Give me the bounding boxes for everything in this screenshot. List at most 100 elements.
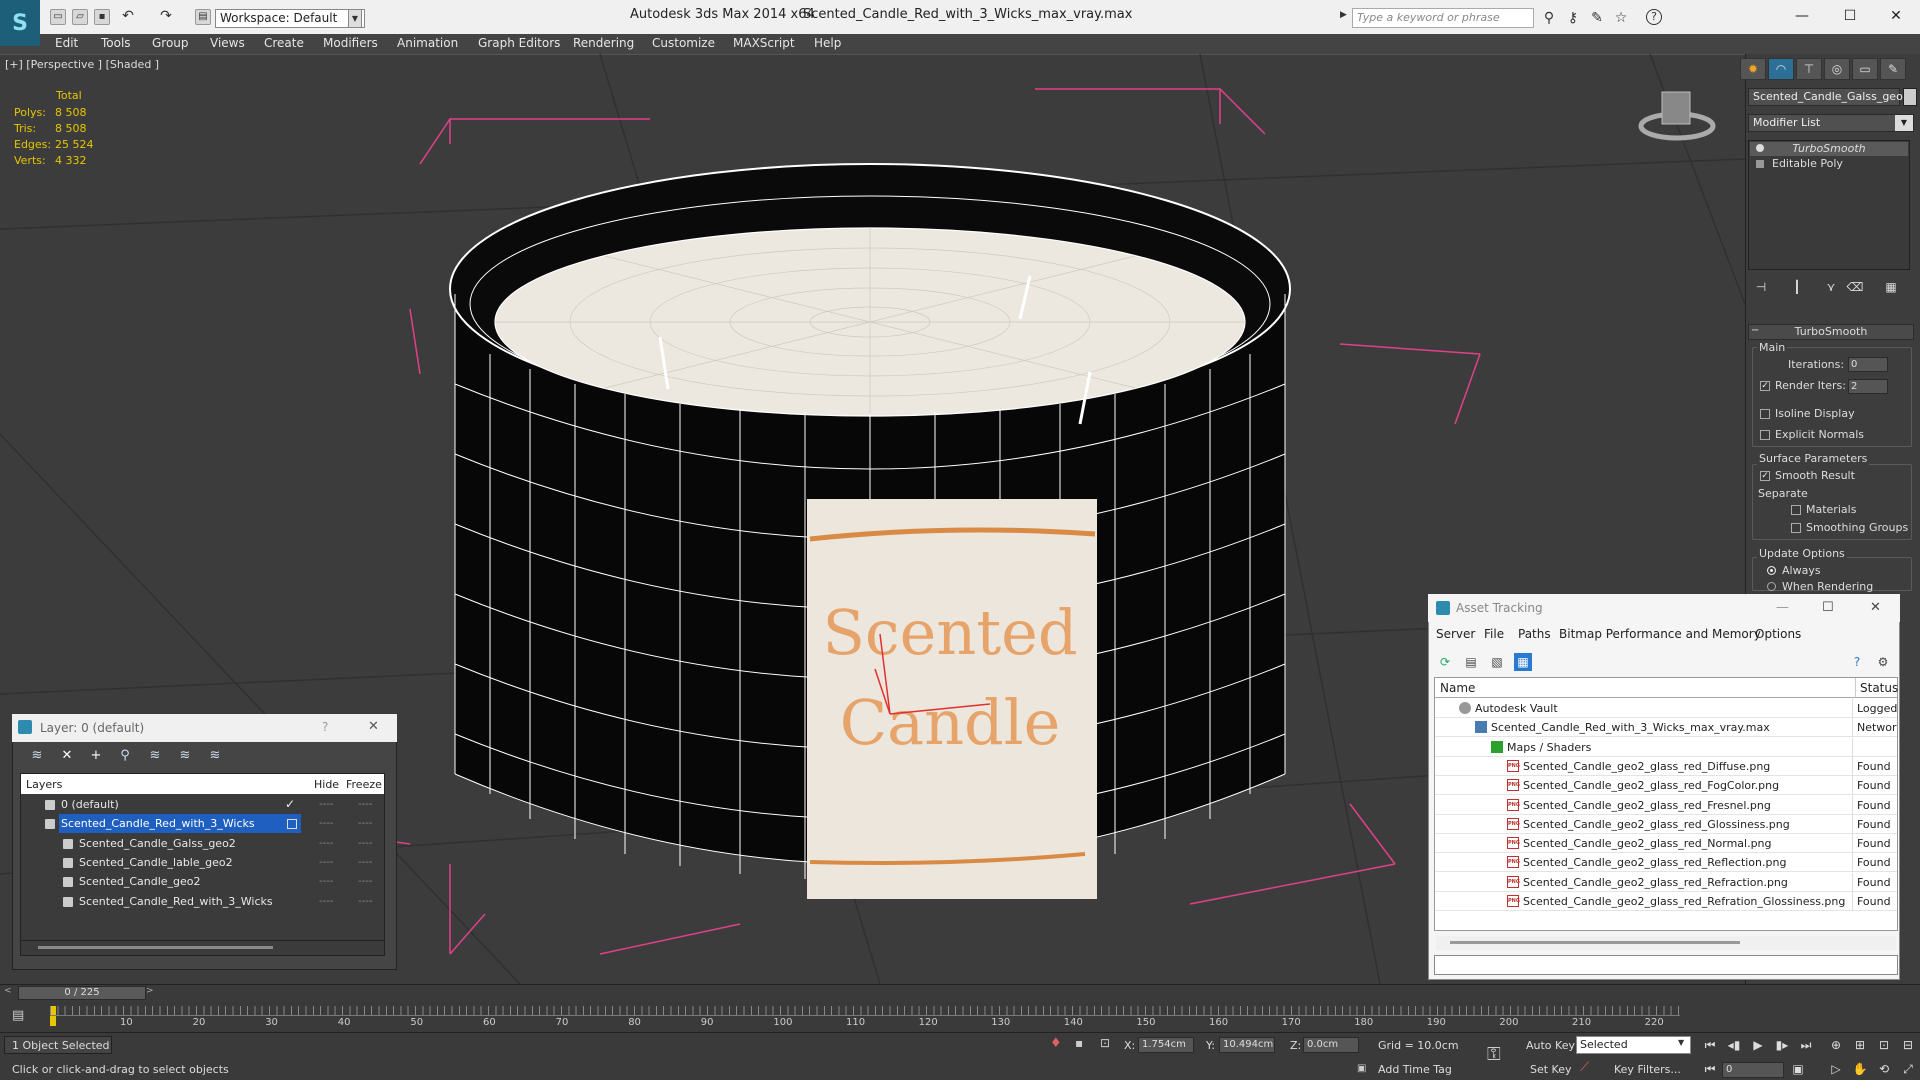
freeze-all-layers-icon[interactable]: ≋: [206, 747, 224, 765]
asset-path-field[interactable]: [1434, 955, 1898, 975]
pan-icon[interactable]: ✋: [1850, 1060, 1870, 1078]
asset-close-icon[interactable]: ✕: [1870, 600, 1881, 615]
materials-checkbox[interactable]: [1791, 505, 1801, 515]
layer-name[interactable]: Scented_Candle_Red_with_3_Wicks: [77, 892, 301, 911]
asset-row[interactable]: PNG Scented_Candle_geo2_glass_red_Diffuse…: [1435, 757, 1897, 776]
help-icon[interactable]: ?: [1646, 9, 1662, 25]
time-config-icon[interactable]: ▣: [1788, 1060, 1808, 1078]
asset-name[interactable]: Scented_Candle_geo2_glass_red_Refration_…: [1523, 892, 1845, 911]
make-unique-icon[interactable]: ⋎: [1820, 278, 1842, 296]
modifier-list-dropdown[interactable]: Modifier List: [1748, 114, 1914, 132]
time-slider[interactable]: 0 / 225: [18, 986, 146, 1000]
y-coordinate-field[interactable]: 10.494cm: [1219, 1037, 1275, 1053]
layer-name[interactable]: Scented_Candle_Galss_geo2: [77, 834, 301, 853]
subscription-icon[interactable]: ⚷: [1564, 9, 1582, 27]
asset-name[interactable]: Autodesk Vault: [1475, 699, 1558, 718]
menu-maxscript[interactable]: MAXScript: [733, 34, 795, 52]
current-layer-check-icon[interactable]: ✓: [285, 797, 295, 811]
layer-row[interactable]: Scented_Candle_Red_with_3_Wicks ---- ----: [21, 892, 384, 911]
asset-menu-options[interactable]: Options: [1755, 627, 1801, 641]
layer-close-icon[interactable]: ✕: [368, 719, 379, 734]
layer-row[interactable]: 0 (default) ---- ----: [21, 795, 384, 814]
key-selection-arrow-icon[interactable]: ▼: [1678, 1038, 1684, 1047]
previous-key-icon[interactable]: ◂▮: [1724, 1036, 1744, 1054]
viewport-label[interactable]: [+] [Perspective ] [Shaded ]: [5, 58, 159, 71]
asset-row[interactable]: PNG Scented_Candle_geo2_glass_red_Fresnel…: [1435, 796, 1897, 815]
hide-toggle[interactable]: ----: [319, 834, 333, 853]
x-coordinate-field[interactable]: 1.754cm: [1138, 1037, 1194, 1053]
search-input[interactable]: Type a keyword or phrase: [1352, 8, 1534, 28]
hierarchy-tab-icon[interactable]: ⊤: [1796, 58, 1822, 80]
zoom-icon[interactable]: ⊕: [1826, 1036, 1846, 1054]
menu-tools[interactable]: Tools: [101, 34, 131, 52]
set-key-button[interactable]: Set Key: [1530, 1063, 1572, 1076]
display-tab-icon[interactable]: ▭: [1852, 58, 1878, 80]
orbit-icon[interactable]: ⟲: [1874, 1060, 1894, 1078]
asset-row[interactable]: PNG Scented_Candle_geo2_glass_red_Glossin…: [1435, 815, 1897, 834]
zoom-extents-icon[interactable]: ⊡: [1874, 1036, 1894, 1054]
menu-animation[interactable]: Animation: [397, 34, 458, 52]
col-status[interactable]: Status: [1855, 678, 1898, 698]
stack-item-editable-poly[interactable]: Editable Poly: [1750, 157, 1908, 171]
asset-name[interactable]: Scented_Candle_geo2_glass_red_Normal.png: [1523, 834, 1772, 853]
z-coordinate-field[interactable]: 0.0cm: [1303, 1037, 1359, 1053]
zoom-all-icon[interactable]: ⊞: [1850, 1036, 1870, 1054]
refresh-icon[interactable]: ⟳: [1436, 653, 1454, 671]
hide-toggle[interactable]: ----: [319, 814, 333, 833]
isolate-selection-icon[interactable]: ♦: [1050, 1036, 1062, 1051]
project-folder-icon[interactable]: ▤: [195, 9, 211, 25]
current-frame-field[interactable]: 0: [1722, 1062, 1784, 1078]
asset-help-icon[interactable]: ?: [1848, 653, 1866, 671]
asset-row[interactable]: Autodesk Vault: [1435, 699, 1897, 718]
minimize-icon[interactable]: —: [1782, 4, 1822, 28]
layer-help-icon[interactable]: ?: [322, 720, 328, 734]
layer-row[interactable]: Scented_Candle_lable_geo2 ---- ----: [21, 853, 384, 872]
communication-icon[interactable]: ✎: [1588, 9, 1606, 27]
undo-icon[interactable]: ↶: [120, 9, 136, 25]
mini-curve-editor-icon[interactable]: ▤: [12, 1008, 24, 1023]
freeze-toggle[interactable]: ----: [358, 834, 372, 853]
motion-tab-icon[interactable]: ◎: [1824, 58, 1850, 80]
key-icon[interactable]: ⚿: [1487, 1044, 1501, 1065]
workspace-dropdown-arrow-icon[interactable]: ▼: [348, 9, 362, 28]
key-selection-dropdown[interactable]: Selected: [1576, 1036, 1691, 1054]
maximize-icon[interactable]: ☐: [1830, 4, 1870, 28]
layer-name[interactable]: Scented_Candle_geo2: [77, 872, 301, 891]
auto-key-button[interactable]: Auto Key: [1526, 1039, 1575, 1052]
asset-name[interactable]: Scented_Candle_geo2_glass_red_Diffuse.pn…: [1523, 757, 1770, 776]
menu-rendering[interactable]: Rendering: [573, 34, 634, 52]
hide-toggle[interactable]: ----: [319, 892, 333, 911]
asset-row[interactable]: Maps / Shaders: [1435, 738, 1897, 757]
isoline-checkbox[interactable]: [1760, 409, 1770, 419]
set-current-layer-icon[interactable]: [287, 819, 297, 829]
asset-name[interactable]: Scented_Candle_geo2_glass_red_Fresnel.pn…: [1523, 796, 1771, 815]
layer-window-title[interactable]: Layer: 0 (default): [12, 714, 397, 742]
thumbnail-view-icon[interactable]: ▧: [1488, 653, 1506, 671]
asset-row[interactable]: PNG Scented_Candle_geo2_glass_red_Refrati…: [1435, 892, 1897, 911]
table-view-icon[interactable]: ▦: [1514, 653, 1532, 671]
col-hide[interactable]: Hide: [314, 778, 339, 791]
menu-create[interactable]: Create: [264, 34, 304, 52]
asset-name[interactable]: Scented_Candle_Red_with_3_Wicks_max_vray…: [1491, 718, 1770, 737]
layer-row[interactable]: Scented_Candle_Red_with_3_Wicks ---- ----: [21, 814, 384, 834]
show-end-result-icon[interactable]: ┃: [1786, 278, 1808, 296]
list-view-icon[interactable]: ▤: [1462, 653, 1480, 671]
modifier-list-arrow-icon[interactable]: ▼: [1895, 115, 1913, 131]
asset-name[interactable]: Scented_Candle_geo2_glass_red_Glossiness…: [1523, 815, 1790, 834]
asset-row[interactable]: PNG Scented_Candle_geo2_glass_red_Refract…: [1435, 873, 1897, 892]
selection-lock-icon[interactable]: ▪: [1075, 1036, 1083, 1050]
layer-scrollbar-thumb[interactable]: [38, 946, 273, 949]
delete-layer-icon[interactable]: ✕: [58, 747, 76, 765]
menu-graph-editors[interactable]: Graph Editors: [478, 34, 560, 52]
asset-minimize-icon[interactable]: —: [1776, 600, 1789, 615]
asset-row[interactable]: Scented_Candle_Red_with_3_Wicks_max_vray…: [1435, 718, 1897, 738]
freeze-toggle[interactable]: ----: [358, 892, 372, 911]
key-mode-icon[interactable]: ⟋: [1580, 1060, 1589, 1075]
object-color-swatch[interactable]: [1903, 88, 1917, 106]
asset-maximize-icon[interactable]: ☐: [1822, 600, 1834, 615]
layer-name[interactable]: 0 (default): [59, 795, 301, 814]
menu-help[interactable]: Help: [814, 34, 841, 52]
highlight-layer-icon[interactable]: ≋: [146, 747, 164, 765]
freeze-toggle[interactable]: ----: [358, 795, 372, 814]
render-iters-checkbox[interactable]: [1760, 381, 1770, 391]
